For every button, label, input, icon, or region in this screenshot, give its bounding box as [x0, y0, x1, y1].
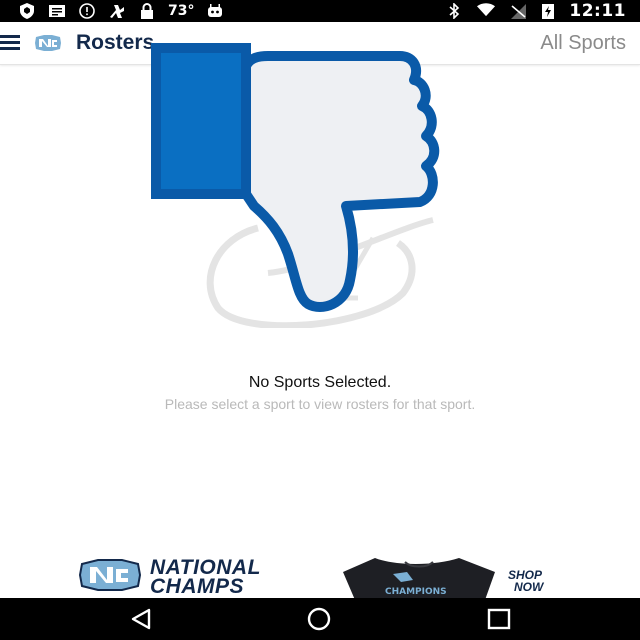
fan-icon — [110, 5, 124, 18]
message-icon — [49, 5, 65, 17]
shop-now-line2: NOW — [514, 580, 544, 594]
bluetooth-icon — [449, 3, 460, 19]
hamburger-line — [0, 35, 20, 38]
status-bar-right: 12:11 — [445, 1, 626, 21]
empty-state-subtitle: Please select a sport to view rosters fo… — [164, 396, 476, 412]
sport-filter-dropdown[interactable]: All Sports — [540, 32, 626, 55]
temperature-label: 73° — [168, 3, 195, 19]
hamburger-menu-button[interactable] — [0, 32, 22, 54]
back-icon[interactable] — [128, 607, 154, 631]
battery-icon — [542, 4, 555, 19]
status-bar-left: 73° — [18, 2, 224, 20]
wifi-icon — [477, 3, 496, 17]
system-nav-bar — [0, 598, 640, 640]
nc-logo-icon — [35, 35, 61, 51]
shield-icon — [20, 3, 34, 19]
empty-state-title: No Sports Selected. — [248, 374, 392, 391]
clock-label: 12:11 — [569, 1, 626, 21]
recents-icon[interactable] — [486, 607, 512, 631]
shirt-text: CHAMPIONS — [385, 587, 447, 597]
banner-headline-line2: CHAMPS — [150, 575, 245, 598]
nc-logo-icon — [78, 559, 142, 591]
thumbs-down-icon — [151, 43, 440, 312]
hamburger-line — [0, 41, 20, 44]
alert-icon — [79, 3, 95, 19]
status-bar: 73° 12:11 — [0, 0, 640, 22]
page-title: Rosters — [76, 31, 155, 54]
hamburger-line — [0, 47, 20, 50]
no-signal-icon — [511, 4, 527, 19]
lock-icon — [141, 3, 153, 19]
android-icon — [208, 4, 223, 17]
champions-shirt-image: CHAMPIONS — [343, 558, 495, 600]
home-icon[interactable] — [306, 607, 332, 631]
champs-banner-ad[interactable]: NATIONAL CHAMPS CHAMPIONS SHOP NOW — [0, 552, 640, 600]
